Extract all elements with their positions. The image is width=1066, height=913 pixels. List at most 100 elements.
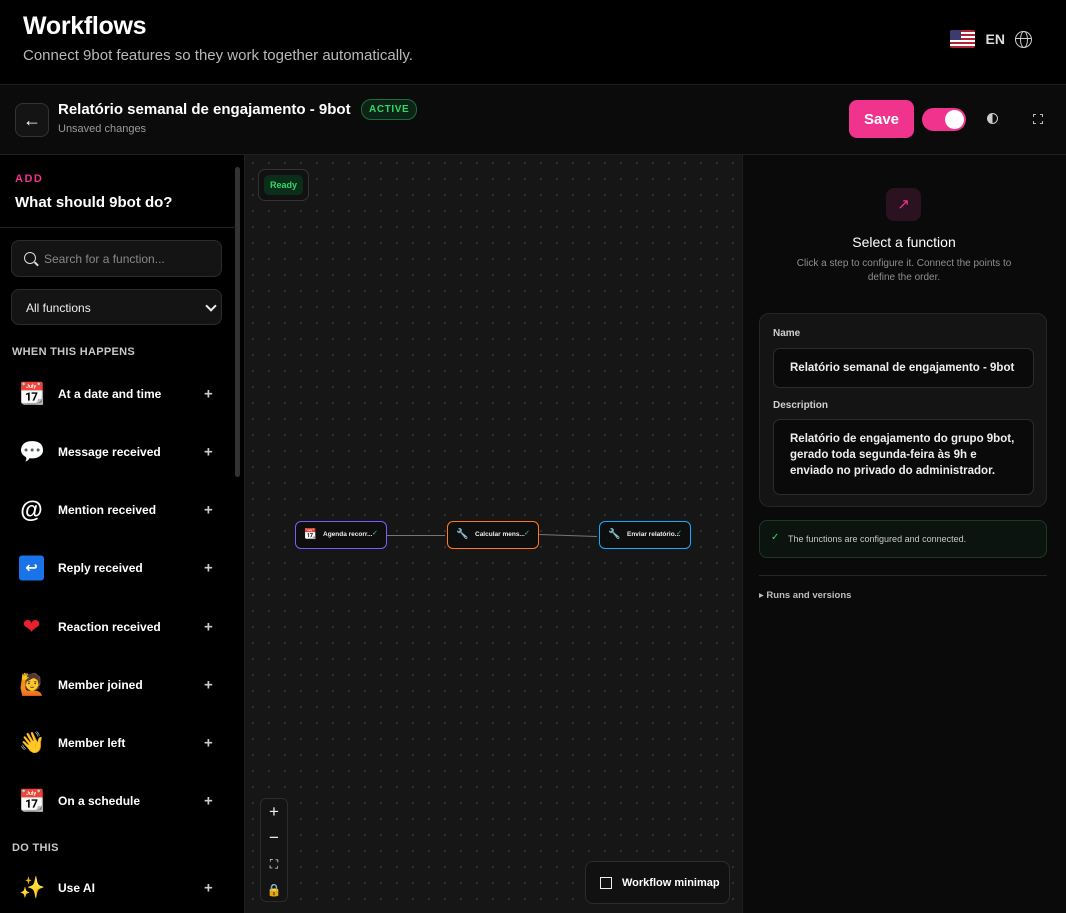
action-item-use-ai[interactable]: ✨ Use AI +: [0, 859, 232, 913]
tools-icon: 🔧: [456, 529, 469, 540]
fullscreen-icon[interactable]: [1033, 114, 1043, 124]
trigger-label: Reply received: [58, 561, 143, 575]
workflow-node-send[interactable]: 🔧 Enviar relatório... ✓: [599, 521, 691, 549]
node-label: Enviar relatório...: [627, 531, 681, 538]
language-switcher[interactable]: EN: [949, 30, 1032, 48]
theme-contrast-icon[interactable]: [987, 113, 998, 124]
trigger-item-message-received[interactable]: 💬 Message received +: [0, 423, 232, 481]
workflow-canvas[interactable]: Ready 📆 Agenda recorr... ✓ 🔧 Calcular me…: [245, 155, 742, 913]
trigger-label: Mention received: [58, 503, 157, 517]
panel-title: Select a function: [852, 234, 956, 250]
save-button[interactable]: Save: [849, 100, 914, 138]
back-button[interactable]: ←: [15, 103, 49, 137]
name-label: Name: [773, 328, 801, 339]
panel-hint: Click a step to configure it. Connect th…: [796, 258, 1012, 283]
check-icon: ✓: [524, 530, 530, 537]
trigger-item-date-time[interactable]: 📆 At a date and time +: [0, 365, 232, 423]
add-title: What should 9bot do?: [15, 194, 173, 211]
trigger-item-mention-received[interactable]: @ Mention received +: [0, 481, 232, 539]
sidebar-scrollbar[interactable]: [235, 167, 240, 477]
page-title: Workflows: [23, 12, 147, 40]
globe-icon[interactable]: [1015, 30, 1032, 48]
zoom-controls: + − ⛶ 🔒: [260, 798, 288, 902]
trigger-label: Message received: [58, 445, 161, 459]
workflow-node-compute[interactable]: 🔧 Calcular mens... ✓: [447, 521, 539, 549]
plus-icon[interactable]: +: [204, 619, 213, 636]
trigger-item-member-left[interactable]: 👋 Member left +: [0, 714, 232, 772]
panel-divider: [759, 575, 1047, 576]
workflow-toolbar: ← Relatório semanal de engajamento - 9bo…: [0, 85, 1066, 155]
trigger-item-on-schedule[interactable]: 📆 On a schedule +: [0, 772, 232, 830]
calendar-icon: 📆: [304, 529, 317, 540]
runs-and-versions-toggle[interactable]: ▸ Runs and versions: [759, 590, 851, 601]
heart-icon: ❤: [22, 615, 41, 639]
canvas-status-badge: Ready: [258, 169, 309, 201]
speech-bubble-icon: 💬: [19, 440, 46, 464]
frame-icon: [600, 877, 612, 889]
runs-label: Runs and versions: [766, 590, 852, 601]
raising-hand-icon: 🙋: [19, 673, 46, 697]
node-label: Calcular mens...: [475, 531, 525, 538]
search-input[interactable]: [44, 250, 214, 268]
us-flag-icon[interactable]: [949, 30, 975, 48]
plus-icon[interactable]: +: [204, 793, 213, 810]
trigger-label: Member joined: [58, 678, 143, 692]
at-sign-icon: @: [20, 496, 43, 523]
zoom-in-icon[interactable]: +: [261, 799, 287, 825]
plus-icon[interactable]: +: [204, 560, 213, 577]
trigger-label: Member left: [58, 736, 126, 750]
plus-icon[interactable]: +: [204, 880, 213, 897]
tools-icon: 🔧: [608, 529, 621, 540]
arrow-up-right-icon: ↗: [886, 188, 921, 221]
actions-header: DO THIS: [12, 842, 59, 854]
waving-hand-icon: 👋: [19, 731, 46, 755]
page-header: Workflows Connect 9bot features so they …: [0, 0, 1066, 85]
workflow-name: Relatório semanal de engajamento - 9bot: [58, 101, 351, 118]
trigger-item-member-joined[interactable]: 🙋 Member joined +: [0, 656, 232, 714]
node-connector: [387, 535, 445, 536]
action-label: Use AI: [58, 881, 95, 895]
trigger-item-reply-received[interactable]: ↩ Reply received +: [0, 539, 232, 597]
check-icon: ✓: [771, 532, 780, 543]
plus-icon[interactable]: +: [204, 735, 213, 752]
plus-icon[interactable]: +: [204, 386, 213, 403]
triggers-header: WHEN THIS HAPPENS: [12, 346, 136, 358]
description-field[interactable]: Relatório de engajamento do grupo 9bot, …: [773, 419, 1034, 495]
connection-status-note: ✓ The functions are configured and conne…: [759, 520, 1047, 558]
arrow-left-icon: ←: [23, 109, 41, 130]
workflow-node-trigger[interactable]: 📆 Agenda recorr... ✓: [295, 521, 387, 549]
add-label: ADD: [15, 173, 44, 185]
search-box[interactable]: [11, 240, 222, 277]
check-icon: ✓: [676, 530, 682, 537]
chevron-down-icon: [205, 300, 217, 312]
workflow-details-form: Name Description Relatório de engajament…: [759, 313, 1047, 507]
trigger-label: On a schedule: [58, 794, 141, 808]
trigger-label: Reaction received: [58, 620, 161, 634]
check-icon: ✓: [372, 530, 378, 537]
calendar-icon: 📆: [19, 789, 46, 813]
fit-view-icon[interactable]: ⛶: [261, 851, 287, 877]
zoom-out-icon[interactable]: −: [261, 825, 287, 851]
lock-icon[interactable]: 🔒: [261, 877, 287, 903]
plus-icon[interactable]: +: [204, 502, 213, 519]
active-toggle[interactable]: [922, 108, 966, 131]
name-field[interactable]: [773, 348, 1034, 388]
sparkles-icon: ✨: [19, 876, 46, 900]
plus-icon[interactable]: +: [204, 677, 213, 694]
status-badge: ACTIVE: [361, 99, 418, 120]
reply-arrow-icon: ↩: [19, 555, 44, 581]
filter-selected-value: All functions: [26, 301, 91, 315]
node-connector: [539, 533, 597, 538]
node-label: Agenda recorr...: [323, 531, 373, 538]
trigger-label: At a date and time: [58, 387, 162, 401]
trigger-item-reaction-received[interactable]: ❤ Reaction received +: [0, 598, 232, 656]
function-filter-select[interactable]: All functions: [11, 289, 222, 325]
calendar-icon: 📆: [19, 382, 46, 406]
unsaved-note: Unsaved changes: [58, 123, 147, 135]
language-code[interactable]: EN: [986, 31, 1005, 47]
minimap-button[interactable]: Workflow minimap: [585, 861, 730, 904]
minimap-label: Workflow minimap: [622, 877, 720, 889]
sidebar-divider: [0, 227, 236, 228]
plus-icon[interactable]: +: [204, 444, 213, 461]
page-subtitle: Connect 9bot features so they work toget…: [23, 47, 413, 64]
